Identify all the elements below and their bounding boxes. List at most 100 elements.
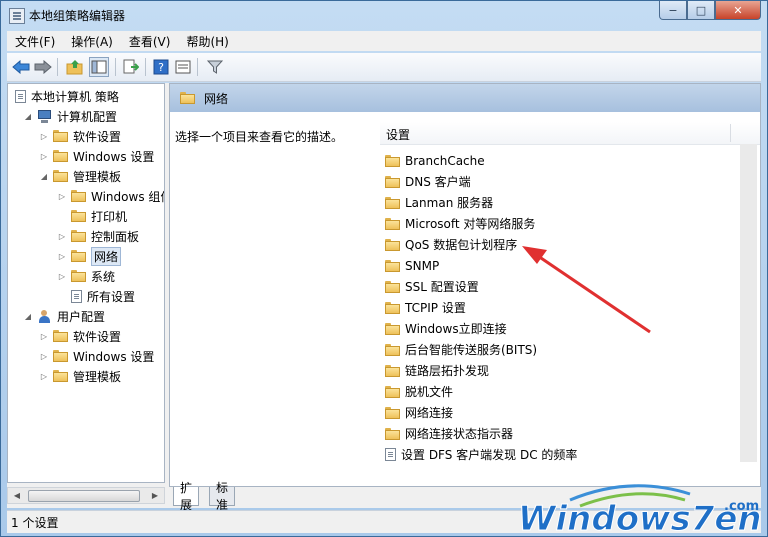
back-button[interactable]: [11, 57, 31, 77]
help-icon: ?: [153, 59, 169, 75]
tree-item-computer-config[interactable]: ◢ 计算机配置: [22, 106, 117, 126]
expanded-arrow-icon[interactable]: ◢: [22, 112, 34, 121]
maximize-button[interactable]: □: [687, 1, 715, 20]
minimize-button[interactable]: −: [659, 1, 687, 20]
tree-item-software-settings[interactable]: ▷ 软件设置: [38, 126, 121, 146]
gpedit-window: 本地组策略编辑器 − □ ✕ 文件(F) 操作(A) 查看(V) 帮助(H) ?…: [0, 0, 768, 537]
export-icon: [123, 59, 139, 74]
up-folder-icon: [66, 60, 83, 75]
minimize-icon: −: [668, 3, 678, 17]
folder-icon: [53, 130, 68, 142]
toolbar-separator: [197, 58, 198, 76]
folder-icon: [71, 210, 86, 222]
tree-item-admin-templates[interactable]: ◢ 管理模板: [38, 166, 121, 186]
folder-icon: [71, 250, 86, 262]
tree-item-windows-components[interactable]: ▷ Windows 组件: [56, 186, 165, 206]
help-button[interactable]: ?: [151, 57, 171, 77]
folder-icon: [53, 170, 68, 182]
folder-icon: [71, 190, 86, 202]
tree-item-root[interactable]: 本地计算机 策略: [12, 86, 119, 106]
folder-icon: [71, 230, 86, 242]
tree-label: 软件设置: [73, 329, 122, 344]
export-list-button[interactable]: [121, 57, 141, 77]
toolbar-separator: [115, 58, 116, 76]
close-button[interactable]: ✕: [715, 1, 761, 20]
tree-item-user-windows-settings[interactable]: ▷ Windows 设置: [38, 346, 154, 366]
properties-view-button[interactable]: [173, 57, 193, 77]
window-controls: − □ ✕: [659, 1, 761, 21]
annotation-arrow: [522, 246, 651, 334]
tree-item-printers[interactable]: 打印机: [68, 206, 127, 226]
tree-item-all-settings[interactable]: 所有设置: [68, 286, 135, 306]
menu-action[interactable]: 操作(A): [63, 33, 121, 50]
tree-item-network[interactable]: ▷ 网络: [56, 246, 122, 266]
main-body: 本地计算机 策略 ◢ 计算机配置 ▷ 软件设置 ▷ Windows 设置 ◢ 管…: [7, 83, 761, 512]
computer-icon: [37, 109, 52, 123]
svg-text:?: ?: [158, 61, 164, 74]
expanded-arrow-icon[interactable]: ◢: [38, 172, 50, 181]
scroll-right-arrow-icon[interactable]: ▶: [147, 488, 163, 503]
tab-label: 扩展: [180, 481, 193, 512]
collapsed-arrow-icon[interactable]: ▷: [38, 132, 50, 141]
logo-domain: .com: [724, 499, 759, 514]
folder-icon: [53, 370, 68, 382]
expanded-arrow-icon[interactable]: ◢: [22, 312, 34, 321]
forward-arrow-icon: [34, 60, 52, 74]
collapsed-arrow-icon[interactable]: ▷: [38, 352, 50, 361]
toolbar: ?: [7, 53, 761, 82]
windows7en-watermark-logo: Windows7en .com: [518, 484, 762, 536]
console-tree: 本地计算机 策略 ◢ 计算机配置 ▷ 软件设置 ▷ Windows 设置 ◢ 管…: [7, 83, 165, 483]
filter-icon: [207, 60, 223, 74]
tree-label: 系统: [91, 269, 116, 284]
collapsed-arrow-icon[interactable]: ▷: [56, 252, 68, 261]
up-folder-button[interactable]: [65, 57, 85, 77]
collapsed-arrow-icon[interactable]: ▷: [38, 152, 50, 161]
collapsed-arrow-icon[interactable]: ▷: [38, 372, 50, 381]
collapsed-arrow-icon[interactable]: ▷: [56, 272, 68, 281]
window-title: 本地组策略编辑器: [29, 9, 126, 23]
scrollbar-thumb[interactable]: [28, 490, 140, 502]
tree-label: 控制面板: [91, 229, 140, 244]
tree-label: 管理模板: [73, 169, 122, 184]
tree-item-user-software-settings[interactable]: ▷ 软件设置: [38, 326, 121, 346]
gpedit-app-icon: [9, 8, 25, 24]
menu-file[interactable]: 文件(F): [7, 33, 63, 50]
user-icon: [37, 309, 52, 323]
tree-label: Windows 组件: [91, 189, 165, 204]
tree-label: 本地计算机 策略: [31, 89, 119, 104]
menu-bar: 文件(F) 操作(A) 查看(V) 帮助(H): [7, 31, 761, 51]
collapsed-arrow-icon[interactable]: ▷: [56, 192, 68, 201]
maximize-icon: □: [695, 3, 707, 17]
tree-label: Windows 设置: [73, 349, 155, 364]
title-bar[interactable]: 本地组策略编辑器 − □ ✕: [1, 1, 767, 29]
menu-help[interactable]: 帮助(H): [178, 33, 236, 50]
tab-extended[interactable]: 扩展: [173, 481, 200, 512]
extended-view-icon: [175, 60, 191, 74]
tree-label: Windows 设置: [73, 149, 155, 164]
close-icon: ✕: [733, 3, 743, 17]
status-text: 1 个设置: [11, 516, 59, 530]
tree-label: 软件设置: [73, 129, 122, 144]
tree-label: 管理模板: [73, 369, 122, 384]
scroll-left-arrow-icon[interactable]: ◀: [9, 488, 25, 503]
collapsed-arrow-icon[interactable]: ▷: [56, 232, 68, 241]
details-pane: 网络 选择一个项目来查看它的描述。 设置 BranchCache DNS 客户端…: [169, 83, 761, 487]
show-hide-tree-button[interactable]: [89, 57, 109, 77]
tree-label: 用户配置: [57, 309, 106, 324]
tree-item-user-admin-templates[interactable]: ▷ 管理模板: [38, 366, 121, 386]
policy-document-icon: [15, 89, 26, 103]
tree-item-user-config[interactable]: ◢ 用户配置: [22, 306, 105, 326]
tree-label-selected: 网络: [91, 246, 122, 266]
tree-item-system[interactable]: ▷ 系统: [56, 266, 115, 286]
tree-item-windows-settings[interactable]: ▷ Windows 设置: [38, 146, 154, 166]
folder-icon: [71, 270, 86, 282]
filter-button[interactable]: [205, 57, 225, 77]
forward-button[interactable]: [33, 57, 53, 77]
tree-label: 打印机: [91, 209, 128, 224]
menu-view[interactable]: 查看(V): [121, 33, 179, 50]
tab-standard[interactable]: 标准: [209, 481, 236, 512]
tree-horizontal-scrollbar[interactable]: ◀ ▶: [7, 487, 165, 504]
tree-item-control-panel[interactable]: ▷ 控制面板: [56, 226, 139, 246]
tree-label: 计算机配置: [57, 109, 118, 124]
collapsed-arrow-icon[interactable]: ▷: [38, 332, 50, 341]
